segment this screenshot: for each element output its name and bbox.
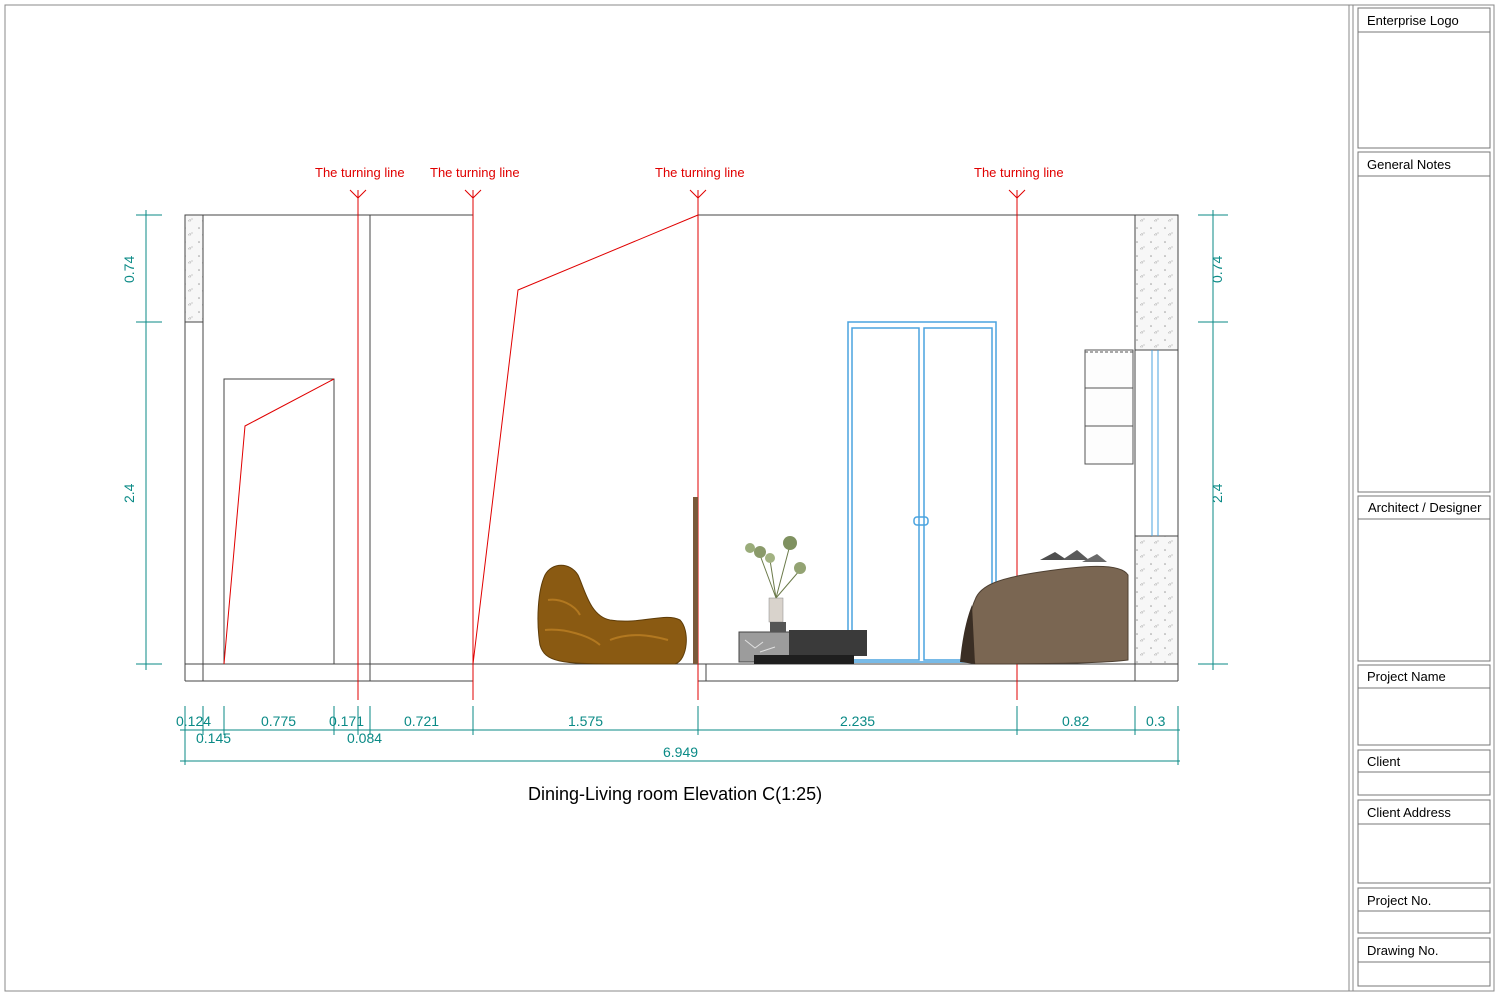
dim-total: 6.949 [663, 744, 698, 760]
curved-sofa [960, 550, 1129, 665]
architect-label: Architect / Designer [1368, 500, 1482, 515]
enterprise-logo-box: Enterprise Logo [1357, 7, 1491, 149]
client-label: Client [1367, 754, 1401, 769]
architect-box: Architect / Designer [1357, 495, 1491, 662]
enterprise-logo-label: Enterprise Logo [1367, 13, 1459, 28]
dim-h-1575: 1.575 [568, 713, 603, 729]
turning-line-label-1: The turning line [315, 165, 405, 180]
turning-line-label-2: The turning line [430, 165, 520, 180]
project-no-box: Project No. [1357, 887, 1491, 934]
dim-h-0171: 0.171 [329, 713, 364, 729]
dim-h-2235: 2.235 [840, 713, 875, 729]
dim-left-24: 2.4 [121, 483, 137, 503]
side-glass-panel [1151, 350, 1159, 536]
dim-h-0124: 0.124 [176, 713, 211, 729]
dim-left-074: 0.74 [121, 256, 137, 283]
elevation-drawing-sheet: Enterprise Logo General Notes Architect … [4, 4, 1495, 992]
dim-h-082: 0.82 [1062, 713, 1089, 729]
project-name-box: Project Name [1357, 664, 1491, 746]
dimension-lines [136, 210, 1228, 765]
turning-line-label-3: The turning line [655, 165, 745, 180]
dim-h-0721: 0.721 [404, 713, 439, 729]
wall-shelf-unit [1084, 349, 1134, 465]
turning-line-label-4: The turning line [974, 165, 1064, 180]
wooden-post [693, 497, 698, 664]
dim-h-0145: 0.145 [196, 730, 231, 746]
drawing-no-box: Drawing No. [1357, 937, 1491, 987]
dim-h-0775: 0.775 [261, 713, 296, 729]
drawing-title: Dining-Living room Elevation C(1:25) [528, 784, 822, 804]
general-notes-box: General Notes [1357, 151, 1491, 493]
plant-vase [745, 536, 806, 623]
project-name-label: Project Name [1367, 669, 1446, 684]
general-notes-label: General Notes [1367, 157, 1451, 172]
project-no-label: Project No. [1367, 893, 1431, 908]
client-box: Client [1357, 749, 1491, 796]
dim-h-03: 0.3 [1146, 713, 1166, 729]
dim-right-074: 0.74 [1209, 256, 1225, 283]
left-doorway [223, 378, 335, 665]
lounge-chair [537, 564, 687, 665]
drawing-no-label: Drawing No. [1367, 943, 1439, 958]
dim-h-0084: 0.084 [347, 730, 382, 746]
sheet-border [4, 4, 1495, 992]
dim-right-24: 2.4 [1209, 483, 1225, 503]
title-block: Enterprise Logo General Notes Architect … [1357, 7, 1491, 987]
client-address-label: Client Address [1367, 805, 1451, 820]
client-address-box: Client Address [1357, 799, 1491, 884]
